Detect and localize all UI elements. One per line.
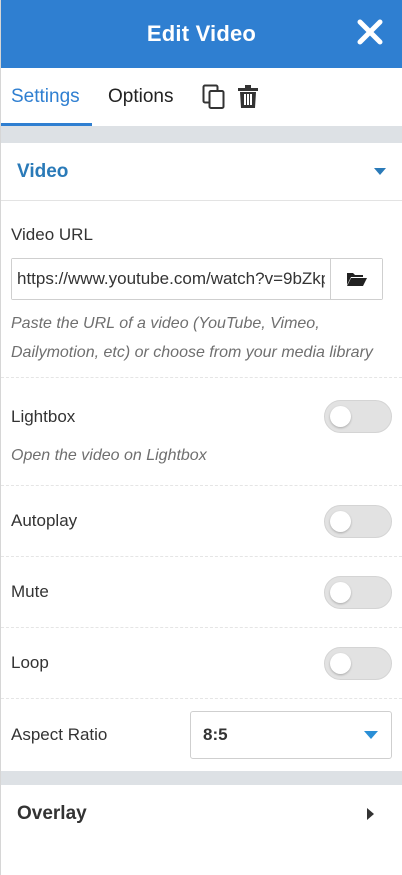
toggle-knob bbox=[330, 652, 351, 674]
aspect-ratio-value: 8:5 bbox=[203, 725, 228, 744]
aspect-ratio-field: Aspect Ratio 8:5 bbox=[1, 699, 402, 771]
video-section-header[interactable]: Video bbox=[1, 143, 402, 201]
autoplay-field: Autoplay bbox=[1, 486, 402, 557]
video-url-row bbox=[11, 258, 383, 300]
toggle-knob bbox=[330, 581, 351, 603]
panel-header: Edit Video bbox=[1, 0, 402, 68]
toggle-knob bbox=[330, 510, 351, 532]
panel-title: Edit Video bbox=[146, 21, 257, 46]
trash-icon[interactable] bbox=[233, 82, 263, 112]
close-icon[interactable] bbox=[356, 18, 384, 46]
aspect-ratio-label: Aspect Ratio bbox=[11, 725, 108, 744]
chevron-down-icon bbox=[364, 731, 378, 739]
tab-bar: Settings Options bbox=[1, 68, 402, 126]
mute-field: Mute bbox=[1, 557, 402, 628]
overlay-section-header[interactable]: Overlay bbox=[1, 785, 402, 843]
lightbox-label: Lightbox bbox=[11, 406, 76, 426]
aspect-ratio-select[interactable]: 8:5 bbox=[190, 711, 392, 759]
video-url-label: Video URL bbox=[11, 225, 93, 244]
section-divider bbox=[1, 126, 402, 143]
lightbox-field: Lightbox Open the video on Lightbox bbox=[1, 378, 402, 486]
lightbox-hint: Open the video on Lightbox bbox=[11, 447, 207, 464]
lightbox-toggle[interactable] bbox=[324, 400, 392, 433]
tab-settings[interactable]: Settings bbox=[1, 68, 92, 126]
overlay-section-title: Overlay bbox=[17, 803, 87, 824]
video-section-title: Video bbox=[17, 160, 69, 182]
video-url-input[interactable] bbox=[12, 259, 330, 299]
loop-toggle[interactable] bbox=[324, 646, 392, 680]
autoplay-label: Autoplay bbox=[11, 511, 78, 530]
lightbox-row: Lightbox bbox=[11, 400, 392, 433]
autoplay-toggle[interactable] bbox=[324, 504, 392, 538]
mute-label: Mute bbox=[11, 582, 49, 601]
copy-icon[interactable] bbox=[199, 82, 229, 112]
loop-field: Loop bbox=[1, 628, 402, 699]
video-url-field: Video URL Paste the URL of a video (YouT… bbox=[1, 201, 402, 378]
edit-video-panel: Edit Video Settings Options Video Video … bbox=[0, 0, 402, 875]
caret-right-icon bbox=[367, 808, 374, 820]
loop-label: Loop bbox=[11, 653, 49, 672]
caret-down-icon bbox=[374, 168, 386, 175]
tab-options[interactable]: Options bbox=[98, 68, 183, 126]
video-url-hint: Paste the URL of a video (YouTube, Vimeo… bbox=[11, 315, 373, 361]
mute-toggle[interactable] bbox=[324, 575, 392, 609]
toggle-knob bbox=[330, 406, 351, 427]
folder-open-icon[interactable] bbox=[330, 259, 382, 299]
section-divider bbox=[1, 771, 402, 785]
